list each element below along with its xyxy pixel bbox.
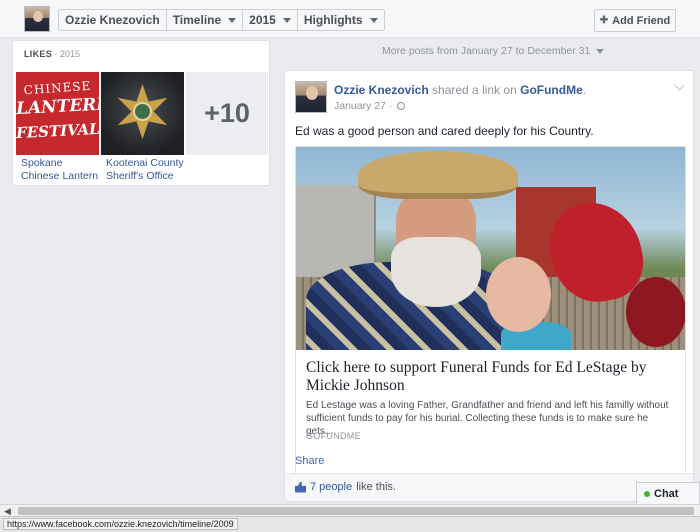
likes-card: LIKES · 2015 CHINESE LANTERN FESTIVAL +1… (12, 40, 270, 186)
timeline-dropdown-label: Timeline (172, 13, 222, 27)
post-date-text: January 27 · (334, 100, 393, 112)
highlights-dropdown[interactable]: Highlights (298, 10, 384, 30)
lantern-logo-line-2: LANTERN (16, 94, 99, 120)
chat-tab[interactable]: Chat (636, 482, 700, 504)
post-likes-summary: 7 people like this. (295, 481, 396, 493)
scrollbar-thumb[interactable] (18, 507, 694, 515)
chevron-down-icon (282, 17, 291, 23)
like-label-spokane[interactable]: Spokane Chinese Lantern (21, 157, 103, 183)
more-likes-tile[interactable]: +10 (186, 72, 268, 155)
likes-count-link[interactable]: 7 people (310, 481, 352, 493)
profile-name-text: Ozzie Knezovich (65, 13, 160, 27)
profile-name-link[interactable]: Ozzie Knezovich (59, 10, 167, 30)
post-author-avatar[interactable] (295, 81, 327, 113)
add-person-icon: ✚ (599, 15, 609, 26)
link-source: GOFUNDME (306, 431, 361, 441)
chevron-down-icon (228, 17, 237, 23)
chevron-down-icon (369, 17, 378, 23)
chevron-down-icon (596, 48, 605, 54)
timeline-post: Ozzie Knezovich shared a link on GoFundM… (284, 70, 694, 516)
post-options-chevron-icon[interactable] (674, 80, 685, 91)
timeline-selector: Ozzie Knezovich Timeline 2015 Highlights (58, 9, 385, 31)
add-friend-button[interactable]: ✚ Add Friend (594, 9, 676, 32)
timeline-dropdown[interactable]: Timeline (167, 10, 244, 30)
globe-icon (397, 102, 406, 110)
photo-white-beard (391, 237, 481, 307)
sheriff-badge-logo[interactable] (101, 72, 184, 155)
share-button[interactable]: Share (295, 455, 324, 467)
like-label-sheriff[interactable]: Kootenai County Sheriff's Office (106, 157, 188, 183)
post-header-period: . (582, 83, 587, 97)
online-status-icon (644, 490, 650, 497)
likes-suffix: like this. (356, 481, 396, 493)
post-message: Ed was a good person and cared deeply fo… (295, 124, 594, 138)
more-likes-count: +10 (204, 98, 250, 128)
year-dropdown[interactable]: 2015 (243, 10, 298, 30)
link-preview-image[interactable] (296, 147, 685, 350)
sheriff-seal (133, 102, 152, 121)
photo-dark-balloon (626, 277, 685, 347)
likes-heading-year: · 2015 (54, 49, 81, 59)
lantern-logo-line-3: FESTIVAL (16, 119, 99, 143)
spokane-chinese-lantern-logo[interactable]: CHINESE LANTERN FESTIVAL (16, 72, 99, 155)
more-posts-dropdown[interactable]: More posts from January 27 to December 3… (382, 45, 605, 57)
more-posts-label: More posts from January 27 to December 3… (382, 45, 591, 57)
likes-heading-label: LIKES (24, 49, 53, 59)
profile-avatar[interactable] (24, 6, 50, 32)
thumbs-up-icon (295, 481, 306, 493)
browser-status-bar: https://www.facebook.com/ozzie.knezovich… (0, 516, 700, 532)
post-timestamp[interactable]: January 27 · (334, 100, 406, 112)
photo-baby (486, 257, 551, 332)
horizontal-scrollbar[interactable]: ◀ (0, 504, 700, 516)
timeline-header-bar: Ozzie Knezovich Timeline 2015 Highlights… (0, 0, 700, 38)
post-verb: shared a link on (432, 83, 517, 97)
post-author-link[interactable]: Ozzie Knezovich (334, 83, 429, 97)
chat-label: Chat (654, 487, 679, 500)
status-url: https://www.facebook.com/ozzie.knezovich… (3, 518, 238, 530)
link-title[interactable]: Click here to support Funeral Funds for … (306, 359, 676, 395)
link-description: Ed Lestage was a loving Father, Grandfat… (306, 400, 669, 437)
highlights-dropdown-label: Highlights (303, 13, 363, 27)
post-header: Ozzie Knezovich shared a link on GoFundM… (334, 83, 586, 97)
photo-straw-hat (358, 151, 518, 199)
shared-link-card[interactable]: Click here to support Funeral Funds for … (295, 146, 686, 516)
post-site-link[interactable]: GoFundMe (520, 83, 583, 97)
likes-heading: LIKES · 2015 (24, 49, 80, 59)
add-friend-label: Add Friend (612, 14, 671, 27)
year-dropdown-label: 2015 (249, 13, 276, 27)
